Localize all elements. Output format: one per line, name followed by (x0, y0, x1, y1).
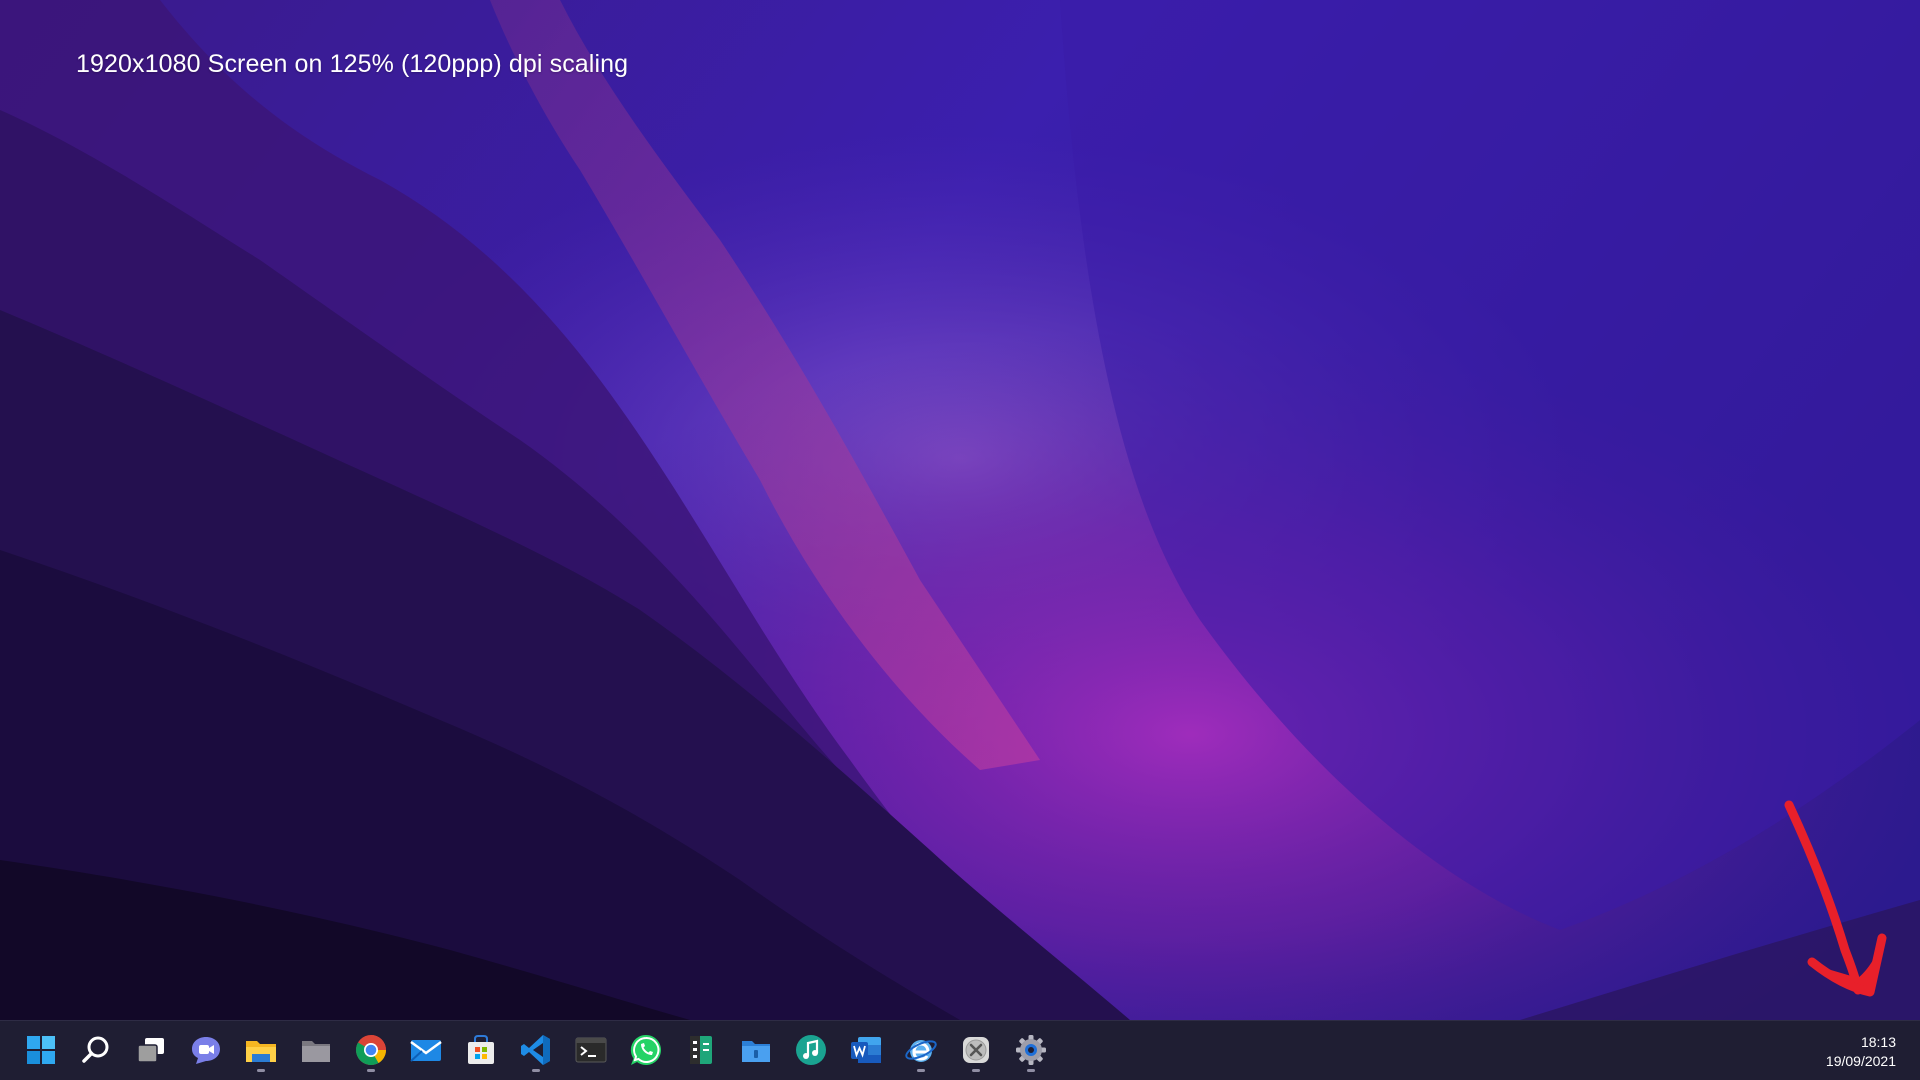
task-view-icon (137, 1038, 164, 1063)
folder-app-button[interactable] (731, 1027, 781, 1073)
music-app-button[interactable] (786, 1027, 836, 1073)
terminal-icon (575, 1037, 607, 1063)
vscode-icon (521, 1035, 550, 1065)
close-app-button[interactable] (951, 1027, 1001, 1073)
vscode-button[interactable] (511, 1027, 561, 1073)
terminal-button[interactable] (566, 1027, 616, 1073)
running-indicator (532, 1069, 540, 1072)
running-indicator (972, 1069, 980, 1072)
mail-button[interactable] (401, 1027, 451, 1073)
mail-icon (410, 1040, 442, 1062)
store-icon (468, 1035, 494, 1064)
settings-button[interactable] (1006, 1027, 1056, 1073)
store-button[interactable] (456, 1027, 506, 1073)
grey-folder-icon (302, 1041, 330, 1062)
folder-icon (246, 1041, 276, 1062)
chrome-icon (356, 1035, 386, 1066)
browser-e-button[interactable] (896, 1027, 946, 1073)
screen-caption: 1920x1080 Screen on 125% (120ppp) dpi sc… (76, 50, 629, 78)
word-button[interactable] (841, 1027, 891, 1073)
running-indicator (917, 1069, 925, 1072)
green-calculator-icon (690, 1036, 712, 1064)
running-indicator (367, 1069, 375, 1072)
file-explorer-button[interactable] (236, 1027, 286, 1073)
gear-icon (1016, 1035, 1046, 1065)
start-button[interactable] (16, 1027, 66, 1073)
globe-e-icon (905, 1040, 937, 1062)
running-indicator (1027, 1069, 1035, 1072)
windows-logo-icon (27, 1036, 55, 1064)
music-note-icon (796, 1035, 826, 1065)
clock-date: 19/09/2021 (1825, 1053, 1896, 1069)
chat-button[interactable] (181, 1027, 231, 1073)
search-button[interactable] (71, 1027, 121, 1073)
blue-folder-icon (742, 1041, 770, 1062)
whatsapp-icon (630, 1034, 661, 1065)
running-indicator (257, 1069, 265, 1072)
whatsapp-button[interactable] (621, 1027, 671, 1073)
x-circle-icon (963, 1037, 989, 1063)
clock-time: 18:13 (1860, 1034, 1896, 1050)
system-clock[interactable]: 18:13 19/09/2021 (1826, 1033, 1896, 1071)
files-app-button[interactable] (291, 1027, 341, 1073)
task-view-button[interactable] (126, 1027, 176, 1073)
desktop-wallpaper (0, 0, 1920, 1020)
search-icon (82, 1036, 109, 1063)
teams-chat-icon (192, 1037, 220, 1064)
calculator-app-button[interactable] (676, 1027, 726, 1073)
word-icon (851, 1037, 881, 1063)
chrome-button[interactable] (346, 1027, 396, 1073)
taskbar: 18:13 19/09/2021 (0, 1020, 1920, 1080)
